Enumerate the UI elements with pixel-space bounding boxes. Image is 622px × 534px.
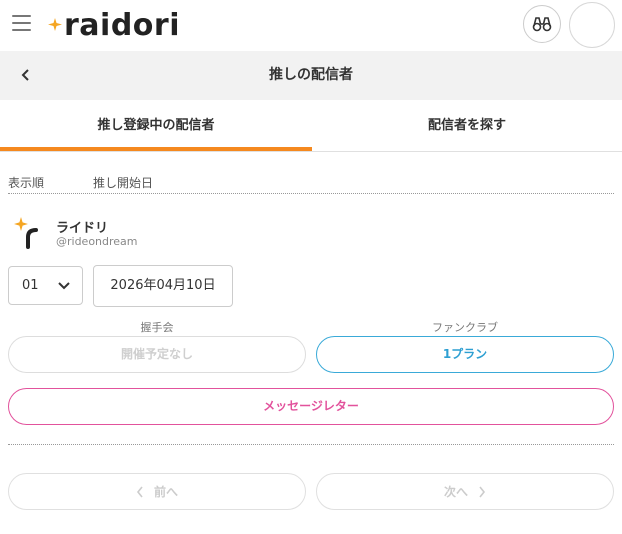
fanclub-label: ファンクラブ <box>432 321 498 334</box>
logo-text: raidori <box>64 8 180 43</box>
hamburger-menu-icon[interactable] <box>12 15 31 32</box>
page-title: 推しの配信者 <box>269 67 353 83</box>
user-avatar[interactable] <box>569 2 615 48</box>
tab-oshi-registered[interactable]: 推し登録中の配信者 <box>0 100 312 152</box>
oshi-start-date: 2026年04月10日 <box>93 265 233 307</box>
active-tab-indicator <box>0 147 312 151</box>
tab-bar: 推し登録中の配信者 配信者を探す <box>0 100 622 152</box>
handshake-button[interactable]: 開催予定なし <box>8 336 306 373</box>
streamer-name[interactable]: ライドリ <box>56 217 108 236</box>
sort-label: 表示順 <box>8 176 45 190</box>
order-select[interactable]: 01 <box>8 266 83 305</box>
prev-label: 前へ <box>153 485 178 499</box>
app-header: raidori <box>0 0 622 51</box>
chevron-left-icon <box>21 69 29 81</box>
raidori-logo[interactable]: raidori <box>46 6 180 46</box>
next-label: 次へ <box>443 485 468 499</box>
message-letter-button[interactable]: メッセージレター <box>8 388 614 425</box>
chevron-down-icon <box>58 282 70 290</box>
tab-find-streamers[interactable]: 配信者を探す <box>312 100 622 152</box>
prev-page-button[interactable]: 前へ <box>8 473 306 510</box>
next-page-button[interactable]: 次へ <box>316 473 614 510</box>
search-streamer-button[interactable] <box>523 5 561 43</box>
order-value: 01 <box>22 278 39 293</box>
chevron-left-icon <box>136 486 143 497</box>
logo-star-icon <box>48 18 62 31</box>
fanclub-button[interactable]: 1プラン <box>316 336 614 373</box>
sort-value[interactable]: 推し開始日 <box>93 174 153 191</box>
page-header-bar: 推しの配信者 <box>0 51 622 100</box>
back-button[interactable] <box>14 63 38 87</box>
list-divider <box>8 444 614 445</box>
handshake-label: 握手会 <box>140 321 174 334</box>
binoculars-icon <box>532 17 552 32</box>
streamer-avatar-icon[interactable] <box>10 213 42 249</box>
chevron-right-icon <box>479 486 486 497</box>
streamer-handle: @rideondream <box>56 235 138 248</box>
sort-order-row[interactable]: 表示順 推し開始日 <box>8 173 614 194</box>
